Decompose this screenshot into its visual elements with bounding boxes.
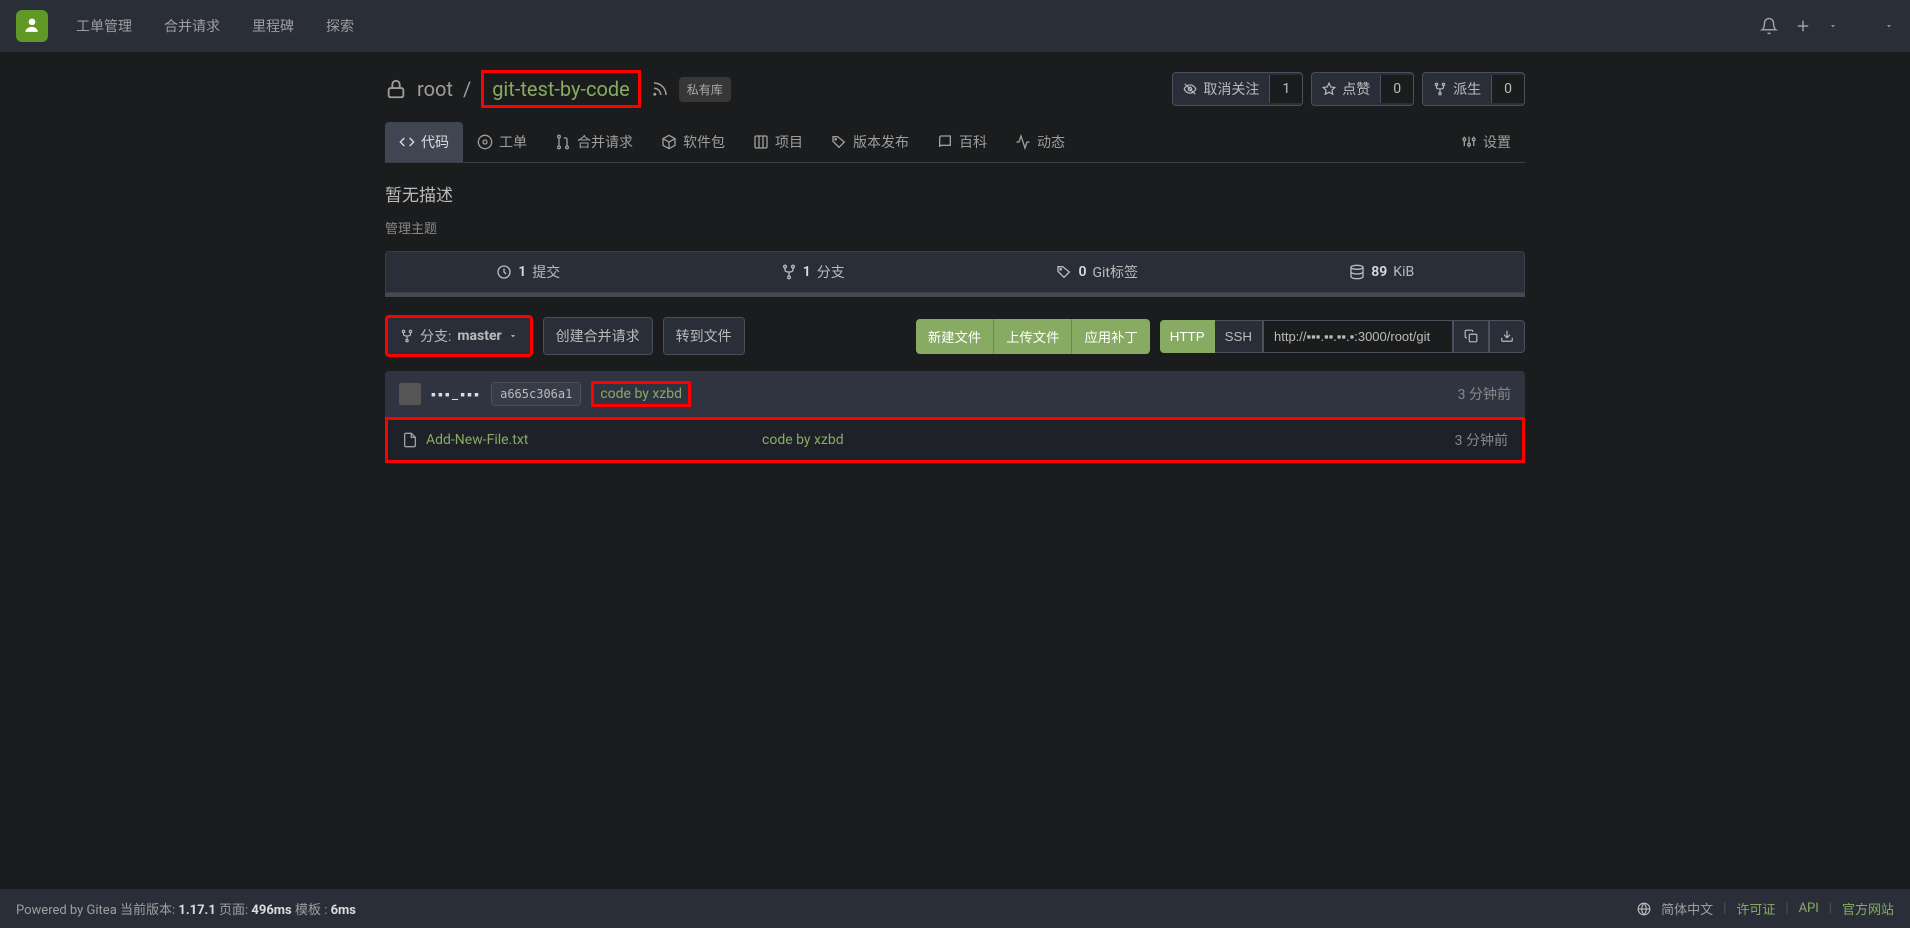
tab-pulls[interactable]: 合并请求 bbox=[541, 122, 647, 162]
nav-pulls[interactable]: 合并请求 bbox=[160, 8, 224, 44]
author-avatar[interactable] bbox=[399, 383, 421, 405]
manage-topics-link[interactable]: 管理主题 bbox=[385, 212, 1525, 251]
nav-issues[interactable]: 工单管理 bbox=[72, 8, 136, 44]
download-button[interactable] bbox=[1489, 320, 1525, 353]
user-menu-caret-icon[interactable] bbox=[1884, 17, 1894, 35]
repo-tabs: 代码 工单 合并请求 软件包 项目 版本发布 bbox=[385, 122, 1525, 163]
tag-icon bbox=[831, 134, 847, 150]
project-icon bbox=[753, 134, 769, 150]
stat-tags[interactable]: 0Git标签 bbox=[955, 252, 1240, 292]
git-pull-icon bbox=[555, 134, 571, 150]
repo-stats-bar: 1提交 1分支 0Git标签 89KiB bbox=[385, 251, 1525, 293]
commit-message[interactable]: code by xzbd bbox=[591, 381, 691, 407]
copy-icon bbox=[1464, 329, 1478, 343]
code-icon bbox=[399, 134, 415, 150]
stats-underline bbox=[385, 293, 1525, 297]
tag-icon bbox=[1056, 264, 1072, 280]
tab-projects[interactable]: 项目 bbox=[739, 122, 817, 162]
database-icon bbox=[1349, 264, 1365, 280]
clone-url-input[interactable] bbox=[1263, 320, 1453, 353]
api-link[interactable]: API bbox=[1799, 901, 1819, 916]
tab-packages[interactable]: 软件包 bbox=[647, 122, 739, 162]
clone-ssh-button[interactable]: SSH bbox=[1215, 320, 1263, 353]
copy-url-button[interactable] bbox=[1453, 320, 1489, 353]
author-name[interactable]: ▪▪▪_▪▪▪ bbox=[431, 386, 481, 403]
repo-header: root / git-test-by-code 私有库 取消关注 1 点赞 0 bbox=[385, 52, 1525, 122]
dropdown-caret-icon[interactable] bbox=[1828, 17, 1838, 35]
branch-selector[interactable]: 分支: master bbox=[385, 315, 533, 357]
issue-icon bbox=[477, 134, 493, 150]
language-selector[interactable]: 简体中文 bbox=[1661, 899, 1713, 918]
gitea-logo[interactable] bbox=[16, 10, 48, 42]
rss-icon[interactable] bbox=[651, 80, 669, 98]
fork-icon bbox=[1433, 82, 1447, 96]
repo-name-link[interactable]: git-test-by-code bbox=[481, 70, 641, 108]
lock-icon bbox=[385, 78, 407, 100]
tab-wiki[interactable]: 百科 bbox=[923, 122, 1001, 162]
bell-icon[interactable] bbox=[1760, 17, 1778, 35]
latest-commit-row: ▪▪▪_▪▪▪ a665c306a1 code by xzbd 3 分钟前 bbox=[385, 371, 1525, 417]
stat-branches[interactable]: 1分支 bbox=[671, 252, 956, 292]
repo-description: 暂无描述 bbox=[385, 163, 1525, 212]
clone-http-button[interactable]: HTTP bbox=[1160, 320, 1215, 353]
history-icon bbox=[496, 264, 512, 280]
private-label: 私有库 bbox=[679, 77, 731, 102]
watch-count[interactable]: 1 bbox=[1269, 75, 1302, 103]
repo-separator: / bbox=[463, 77, 471, 101]
top-navbar: 工单管理 合并请求 里程碑 探索 bbox=[0, 0, 1910, 52]
commit-sha[interactable]: a665c306a1 bbox=[491, 382, 581, 406]
goto-file-button[interactable]: 转到文件 bbox=[663, 317, 745, 355]
star-icon bbox=[1322, 82, 1336, 96]
file-icon bbox=[402, 432, 418, 448]
star-button[interactable]: 点赞 0 bbox=[1311, 72, 1414, 106]
tab-issues[interactable]: 工单 bbox=[463, 122, 541, 162]
file-time: 3 分钟前 bbox=[1455, 430, 1508, 450]
commit-time: 3 分钟前 bbox=[1458, 384, 1511, 404]
file-row[interactable]: Add-New-File.txt code by xzbd 3 分钟前 bbox=[385, 417, 1525, 463]
unwatch-button[interactable]: 取消关注 1 bbox=[1172, 72, 1303, 106]
tab-releases[interactable]: 版本发布 bbox=[817, 122, 923, 162]
new-pr-button[interactable]: 创建合并请求 bbox=[543, 317, 653, 355]
file-name-cell[interactable]: Add-New-File.txt bbox=[402, 432, 762, 448]
stat-size: 89KiB bbox=[1240, 252, 1525, 292]
website-link[interactable]: 官方网站 bbox=[1842, 899, 1894, 918]
activity-icon bbox=[1015, 134, 1031, 150]
tab-settings[interactable]: 设置 bbox=[1447, 122, 1525, 162]
file-actions-group: 新建文件 上传文件 应用补丁 bbox=[916, 319, 1150, 354]
new-file-button[interactable]: 新建文件 bbox=[916, 319, 994, 354]
stat-commits[interactable]: 1提交 bbox=[386, 252, 671, 292]
fork-button[interactable]: 派生 0 bbox=[1422, 72, 1525, 106]
file-toolbar: 分支: master 创建合并请求 转到文件 新建文件 上传文件 应用补丁 HT… bbox=[385, 315, 1525, 357]
tab-code[interactable]: 代码 bbox=[385, 122, 463, 162]
download-icon bbox=[1500, 329, 1514, 343]
apply-patch-button[interactable]: 应用补丁 bbox=[1072, 319, 1149, 354]
upload-file-button[interactable]: 上传文件 bbox=[994, 319, 1072, 354]
license-link[interactable]: 许可证 bbox=[1736, 899, 1775, 918]
page-footer: Powered by Gitea 当前版本: 1.17.1 页面: 496ms … bbox=[0, 889, 1910, 928]
nav-explore[interactable]: 探索 bbox=[322, 8, 358, 44]
package-icon bbox=[661, 134, 677, 150]
fork-count[interactable]: 0 bbox=[1491, 75, 1524, 103]
clone-group: HTTP SSH bbox=[1160, 320, 1525, 353]
chevron-down-icon bbox=[508, 329, 518, 343]
file-commit-message[interactable]: code by xzbd bbox=[762, 432, 1455, 448]
star-count[interactable]: 0 bbox=[1380, 75, 1413, 103]
tab-activity[interactable]: 动态 bbox=[1001, 122, 1079, 162]
repo-owner-link[interactable]: root bbox=[417, 77, 453, 101]
plus-icon[interactable] bbox=[1794, 17, 1812, 35]
branch-icon bbox=[400, 329, 414, 343]
settings-icon bbox=[1461, 134, 1477, 150]
globe-icon bbox=[1637, 902, 1651, 916]
eye-off-icon bbox=[1183, 82, 1197, 96]
book-icon bbox=[937, 134, 953, 150]
branch-icon bbox=[781, 264, 797, 280]
nav-milestones[interactable]: 里程碑 bbox=[248, 8, 298, 44]
